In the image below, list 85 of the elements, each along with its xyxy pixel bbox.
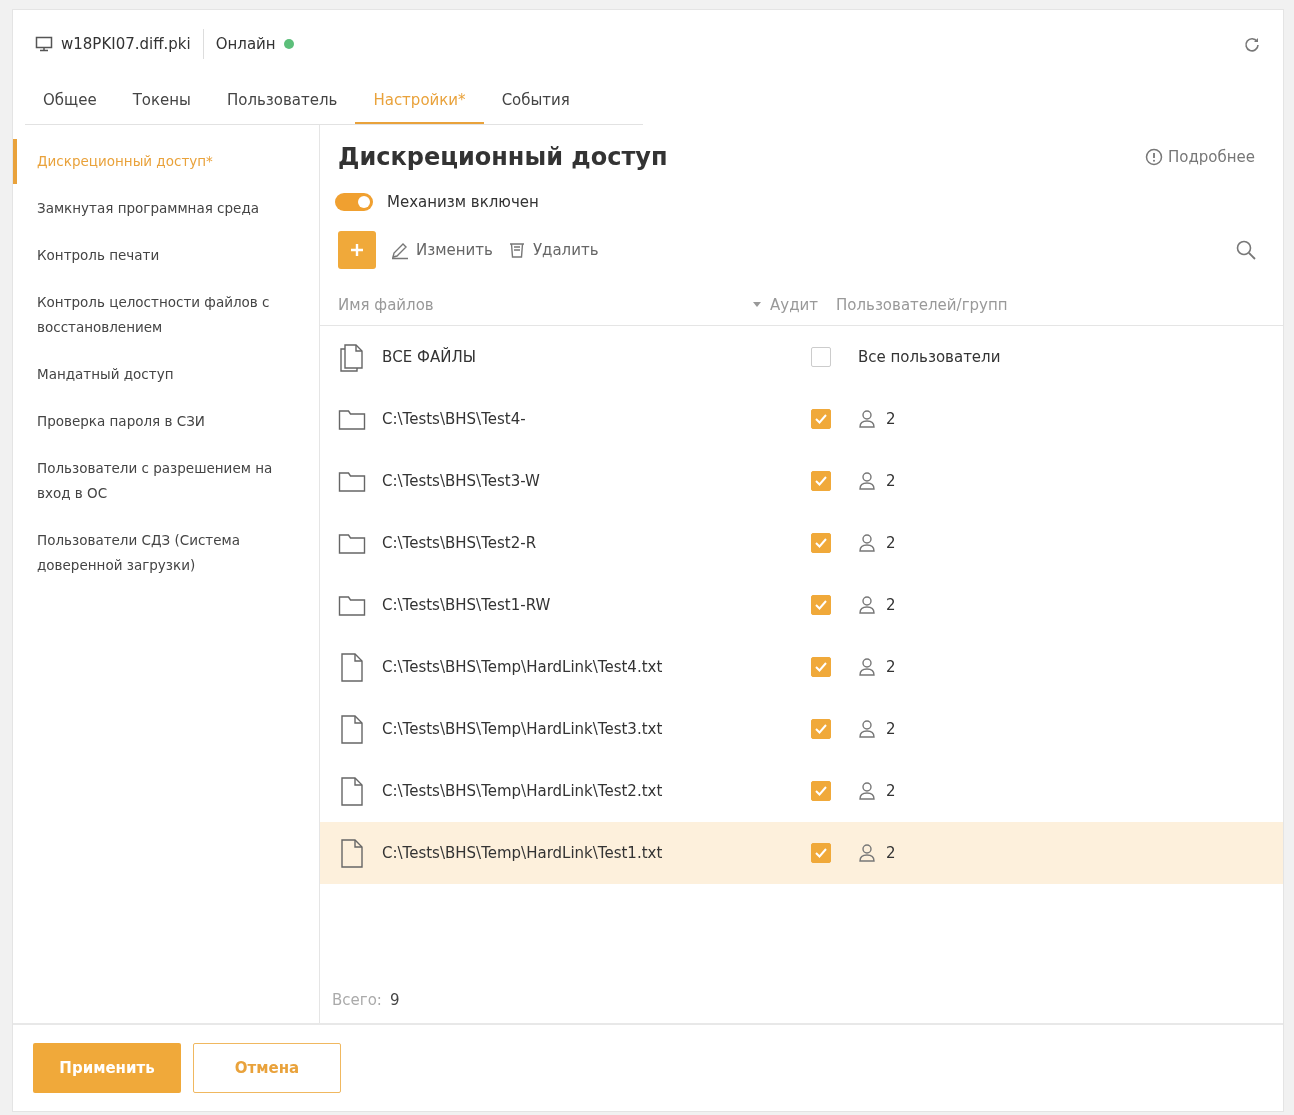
audit-checkbox[interactable]: [811, 719, 831, 739]
table-row[interactable]: C:\Tests\BHS\Test3-W 2: [320, 450, 1283, 512]
host-name: w18PKI07.diff.pki: [61, 35, 191, 53]
file-path: C:\Tests\BHS\Test3-W: [382, 472, 540, 490]
user-icon: [858, 843, 876, 863]
tab[interactable]: Общее: [25, 78, 115, 124]
sidebar-item[interactable]: Контроль целостности файлов с восстановлением: [13, 280, 319, 350]
user-icon: [858, 719, 876, 739]
user-icon: [858, 595, 876, 615]
table-row[interactable]: ВСЕ ФАЙЛЫ Все пользователи: [320, 326, 1283, 388]
table-row[interactable]: C:\Tests\BHS\Temp\HardLink\Test3.txt 2: [320, 698, 1283, 760]
check-icon: [814, 475, 828, 487]
tab[interactable]: События: [483, 78, 588, 124]
file-path: C:\Tests\BHS\Temp\HardLink\Test3.txt: [382, 720, 663, 738]
file-path: C:\Tests\BHS\Test4-: [382, 410, 526, 428]
sidebar-item[interactable]: Мандатный доступ: [13, 352, 319, 397]
tab[interactable]: Пользователь: [208, 78, 356, 124]
total-label: Всего:: [332, 991, 382, 1009]
check-icon: [814, 599, 828, 611]
add-button[interactable]: [338, 231, 376, 269]
users-count: 2: [886, 596, 896, 614]
users-count: 2: [886, 720, 896, 738]
user-icon: [858, 781, 876, 801]
check-icon: [814, 847, 828, 859]
file-path: C:\Tests\BHS\Temp\HardLink\Test1.txt: [382, 844, 663, 862]
sidebar-item[interactable]: Проверка пароля в СЗИ: [13, 399, 319, 444]
check-icon: [814, 723, 828, 735]
file-path: C:\Tests\BHS\Test2-R: [382, 534, 537, 552]
edit-button[interactable]: Изменить: [390, 240, 493, 260]
audit-checkbox[interactable]: [811, 657, 831, 677]
file-icon: [338, 775, 366, 807]
delete-button[interactable]: Удалить: [506, 240, 599, 260]
users-count: Все пользователи: [858, 348, 1001, 366]
check-icon: [814, 661, 828, 673]
panel-title: Дискреционный доступ: [338, 143, 668, 171]
audit-checkbox[interactable]: [811, 781, 831, 801]
table-row[interactable]: C:\Tests\BHS\Test2-R 2: [320, 512, 1283, 574]
file-path: C:\Tests\BHS\Temp\HardLink\Test4.txt: [382, 658, 663, 676]
user-icon: [858, 471, 876, 491]
users-count: 2: [886, 658, 896, 676]
user-icon: [858, 657, 876, 677]
table-row[interactable]: C:\Tests\BHS\Test1-RW 2: [320, 574, 1283, 636]
info-icon: [1144, 148, 1163, 166]
check-icon: [814, 413, 828, 425]
user-icon: [858, 409, 876, 429]
file-path: ВСЕ ФАЙЛЫ: [382, 348, 476, 366]
users-count: 2: [886, 844, 896, 862]
file-path: C:\Tests\BHS\Temp\HardLink\Test2.txt: [382, 782, 663, 800]
sidebar-item[interactable]: Контроль печати: [13, 233, 319, 278]
table-row[interactable]: C:\Tests\BHS\Test4- 2: [320, 388, 1283, 450]
connection-status: Онлайн: [215, 35, 276, 53]
audit-checkbox[interactable]: [811, 409, 831, 429]
users-count: 2: [886, 410, 896, 428]
files-icon: [338, 341, 366, 373]
audit-checkbox[interactable]: [811, 595, 831, 615]
audit-checkbox[interactable]: [811, 347, 831, 367]
toggle-label: Механизм включен: [387, 193, 539, 211]
sidebar-item[interactable]: Замкнутая программная среда: [13, 186, 319, 231]
check-icon: [814, 537, 828, 549]
file-icon: [338, 713, 366, 745]
audit-checkbox[interactable]: [811, 471, 831, 491]
audit-checkbox[interactable]: [811, 843, 831, 863]
sort-icon[interactable]: [752, 301, 762, 309]
search-icon[interactable]: [1235, 239, 1257, 261]
users-count: 2: [886, 534, 896, 552]
sidebar-item[interactable]: Пользователи СДЗ (Система доверенной загрузки): [13, 518, 319, 588]
plus-icon: [349, 242, 365, 258]
users-count: 2: [886, 782, 896, 800]
table-row[interactable]: C:\Tests\BHS\Temp\HardLink\Test4.txt 2: [320, 636, 1283, 698]
table-row[interactable]: C:\Tests\BHS\Temp\HardLink\Test2.txt 2: [320, 760, 1283, 822]
table-row[interactable]: C:\Tests\BHS\Temp\HardLink\Test1.txt 2: [320, 822, 1283, 884]
file-path: C:\Tests\BHS\Test1-RW: [382, 596, 551, 614]
file-icon: [338, 651, 366, 683]
audit-checkbox[interactable]: [811, 533, 831, 553]
monitor-icon: [35, 36, 53, 52]
sidebar-item[interactable]: Пользователи с разрешением на вход в ОС: [13, 446, 319, 516]
help-link[interactable]: Подробнее: [1144, 148, 1255, 166]
total-count: 9: [389, 991, 400, 1009]
refresh-icon[interactable]: [1243, 35, 1261, 53]
user-icon: [858, 533, 876, 553]
users-count: 2: [886, 472, 896, 490]
tab[interactable]: Токены: [114, 78, 209, 124]
check-icon: [814, 785, 828, 797]
toggle-switch[interactable]: [335, 193, 373, 211]
file-icon: [338, 837, 366, 869]
